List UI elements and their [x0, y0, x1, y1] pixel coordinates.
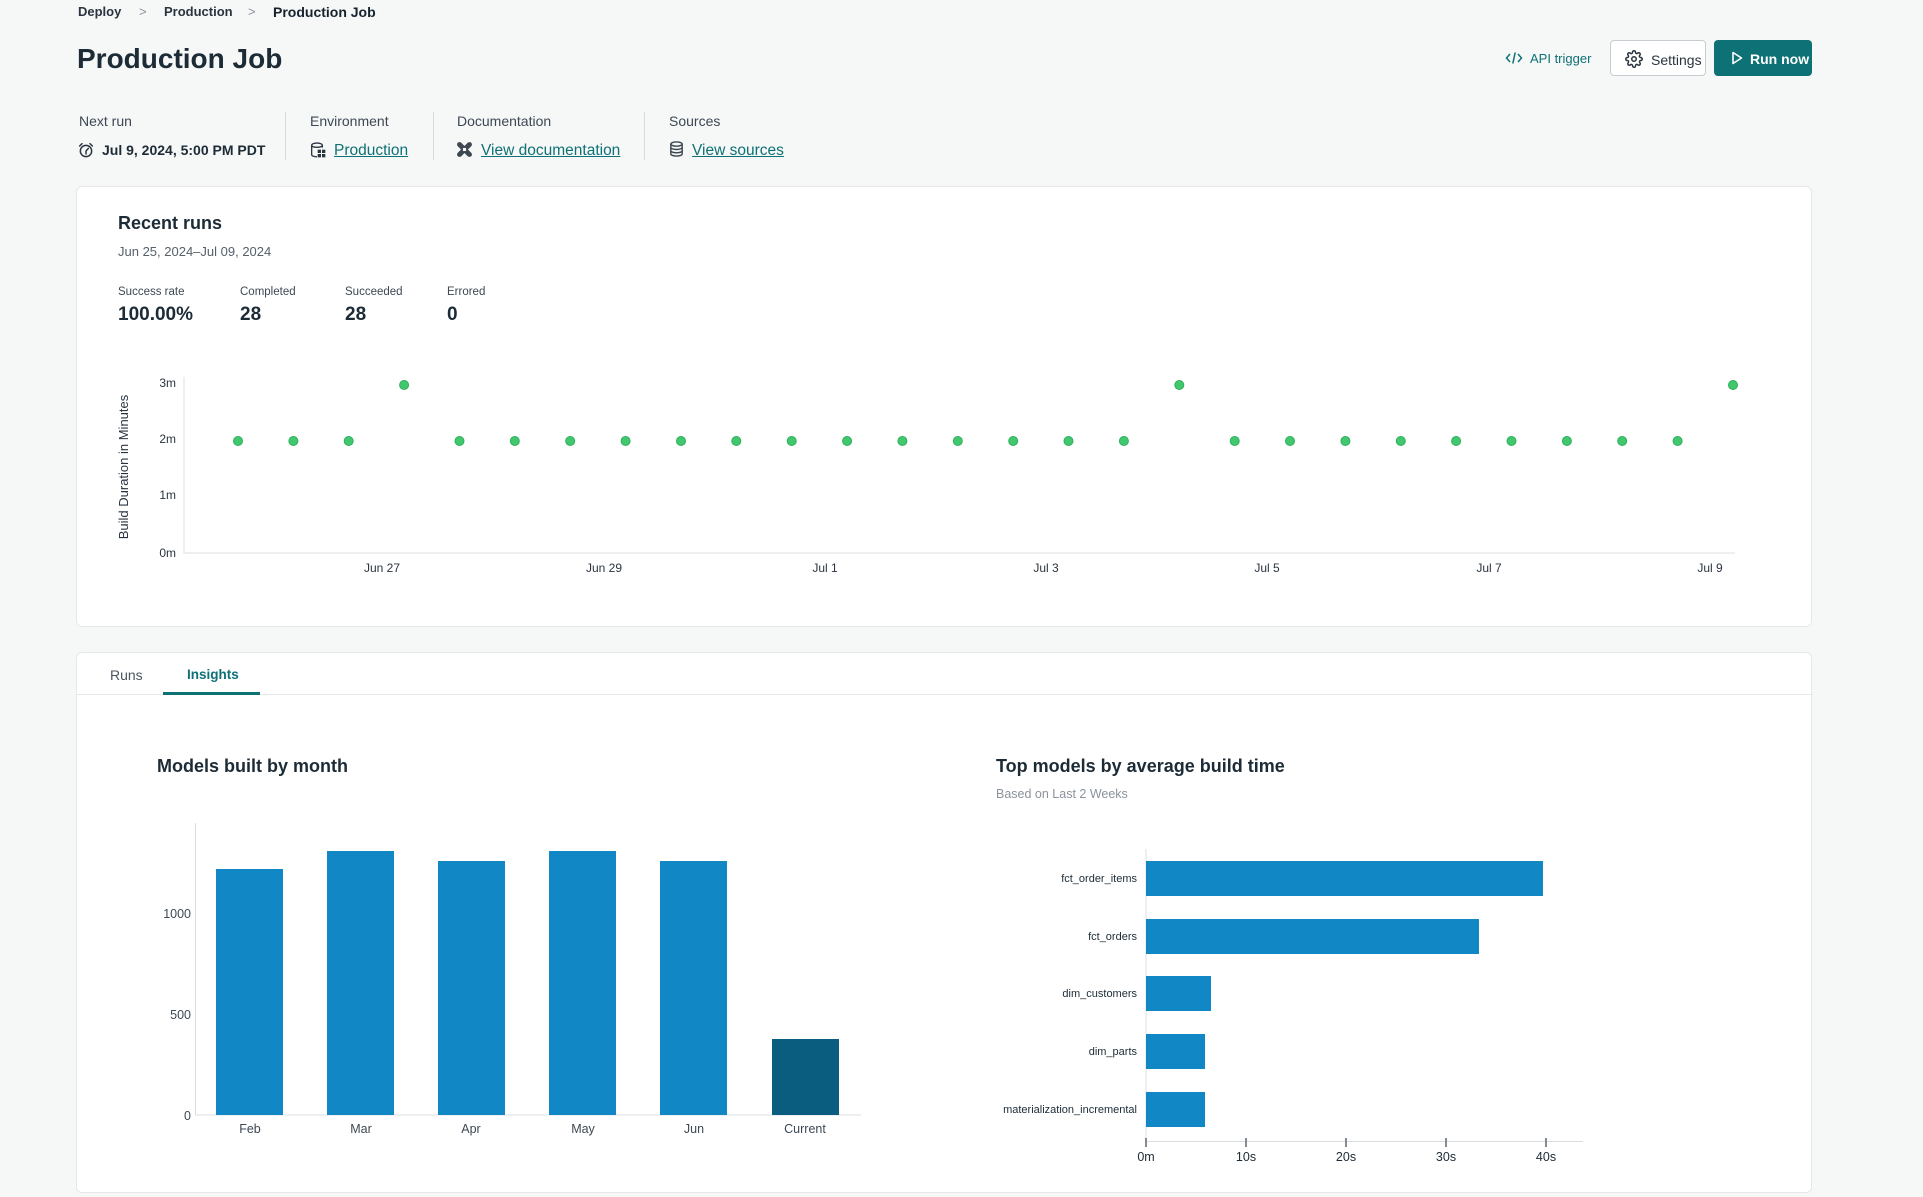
svg-text:Build Duration in Minutes: Build Duration in Minutes — [116, 394, 131, 539]
svg-text:Jul 3: Jul 3 — [1033, 561, 1059, 575]
svg-text:2m: 2m — [159, 432, 176, 446]
svg-text:3m: 3m — [159, 376, 176, 390]
svg-text:Jul 1: Jul 1 — [812, 561, 838, 575]
svg-text:Jul 5: Jul 5 — [1254, 561, 1280, 575]
svg-text:dim_customers: dim_customers — [1062, 988, 1137, 1000]
svg-text:0m: 0m — [159, 546, 176, 560]
svg-text:materialization_incremental: materialization_incremental — [1003, 1104, 1137, 1116]
svg-text:fct_order_items: fct_order_items — [1061, 873, 1137, 885]
svg-text:0m: 0m — [1137, 1150, 1154, 1164]
svg-text:10s: 10s — [1236, 1150, 1256, 1164]
svg-text:Jul 7: Jul 7 — [1476, 561, 1502, 575]
svg-text:30s: 30s — [1436, 1150, 1456, 1164]
svg-text:Jul 9: Jul 9 — [1697, 561, 1723, 575]
svg-text:Jun 29: Jun 29 — [586, 561, 622, 575]
svg-text:dim_parts: dim_parts — [1089, 1046, 1138, 1058]
svg-text:1m: 1m — [159, 488, 176, 502]
svg-text:fct_orders: fct_orders — [1088, 931, 1137, 943]
svg-text:20s: 20s — [1336, 1150, 1356, 1164]
svg-text:Jun 27: Jun 27 — [364, 561, 400, 575]
svg-text:40s: 40s — [1536, 1150, 1556, 1164]
